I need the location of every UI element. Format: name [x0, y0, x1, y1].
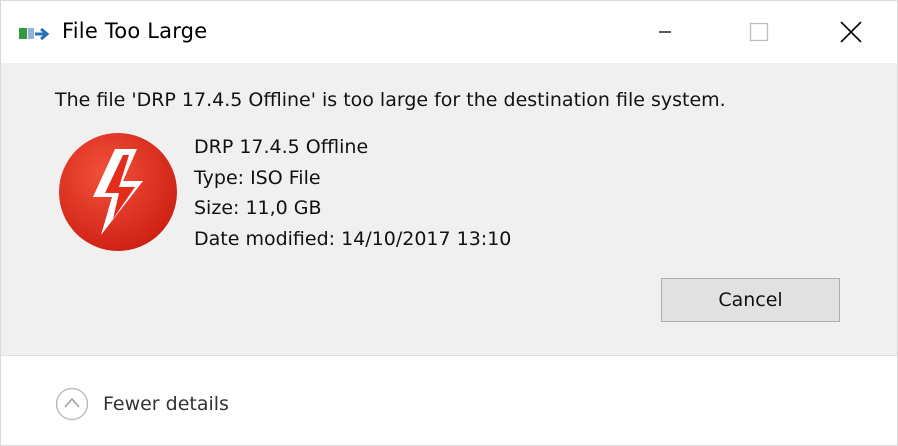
- window-title: File Too Large: [62, 19, 208, 43]
- maximize-button[interactable]: [735, 13, 783, 51]
- file-size: Size: 11,0 GB: [194, 197, 322, 219]
- chevron-up-circle-icon: [55, 387, 89, 421]
- file-date-modified: Date modified: 14/10/2017 13:10: [194, 227, 512, 250]
- close-button[interactable]: [827, 13, 875, 51]
- dialog-footer: Fewer details: [1, 355, 897, 445]
- dialog-content: The file 'DRP 17.4.5 Offline' is too lar…: [1, 63, 897, 355]
- file-too-large-dialog: File Too Large The file 'DRP 17.4.5 Offl…: [0, 0, 898, 446]
- maximize-icon: [749, 22, 769, 42]
- file-type: Type: ISO File: [194, 166, 321, 189]
- file-transfer-icon: [19, 27, 50, 41]
- fewer-details-toggle[interactable]: Fewer details: [55, 386, 229, 422]
- cancel-button[interactable]: Cancel: [661, 278, 840, 322]
- minimize-icon: [659, 31, 671, 33]
- daemon-tools-lightning-icon: [59, 133, 177, 251]
- file-name: DRP 17.4.5 Offline: [194, 136, 369, 158]
- fewer-details-label: Fewer details: [103, 393, 229, 415]
- minimize-button[interactable]: [641, 13, 689, 51]
- close-icon: [840, 21, 862, 43]
- title-bar[interactable]: File Too Large: [1, 1, 897, 63]
- file-details: DRP 17.4.5 Offline Type: ISO File Size: …: [194, 132, 511, 254]
- error-message: The file 'DRP 17.4.5 Offline' is too lar…: [55, 89, 726, 111]
